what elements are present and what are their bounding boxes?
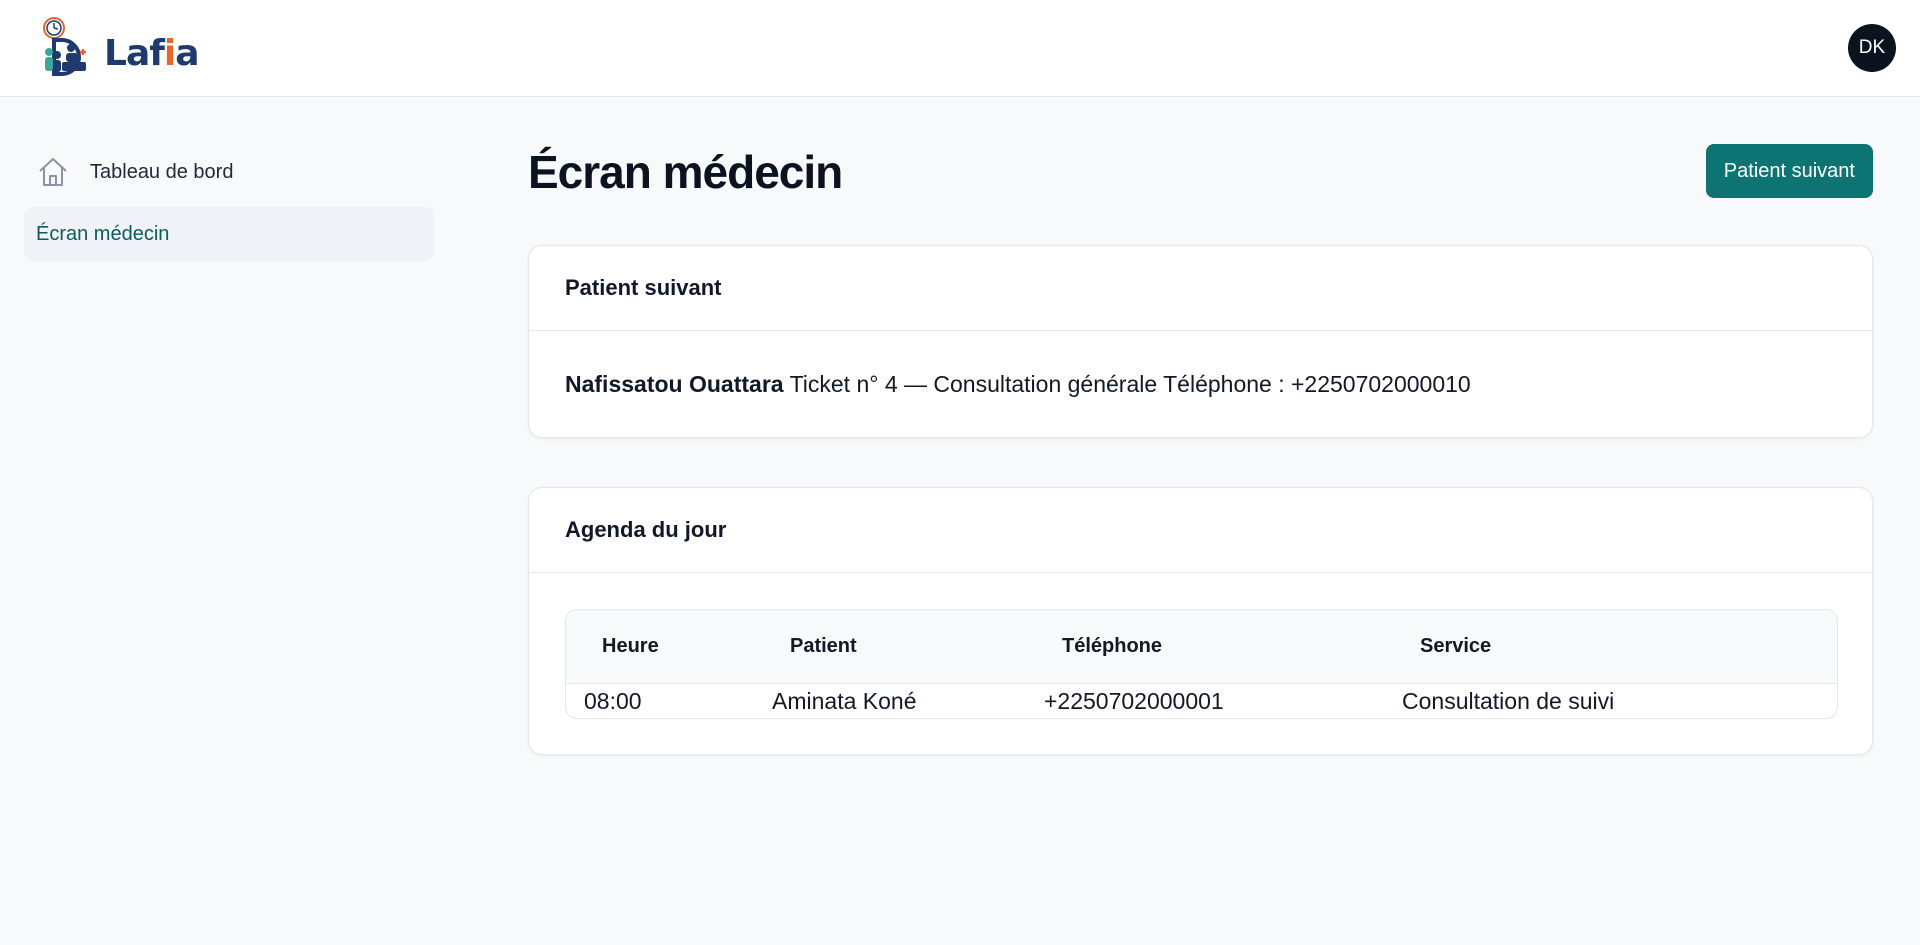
cell-service: Consultation de suivi bbox=[1402, 687, 1615, 714]
agenda-card: Agenda du jour Heure Patient Téléphone S… bbox=[528, 487, 1873, 755]
table-row[interactable]: 08:00 Aminata Koné +2250702000001 Consul… bbox=[566, 683, 1837, 718]
sidebar-item-label: Tableau de bord bbox=[90, 160, 234, 183]
card-title: Patient suivant bbox=[529, 246, 1872, 331]
next-patient-card: Patient suivant Nafissatou Ouattara Tick… bbox=[528, 245, 1873, 438]
column-header-patient: Patient bbox=[790, 634, 857, 657]
next-patient-button[interactable]: Patient suivant bbox=[1705, 144, 1873, 198]
sidebar: Tableau de bord Écran médecin bbox=[24, 145, 434, 269]
column-header-heure: Heure bbox=[602, 634, 659, 657]
sidebar-item-ecran-medecin[interactable]: Écran médecin bbox=[24, 207, 434, 261]
page-title: Écran médecin bbox=[528, 146, 843, 198]
patient-name: Nafissatou Ouattara bbox=[565, 371, 784, 397]
column-header-telephone: Téléphone bbox=[1062, 634, 1163, 657]
lafia-logo[interactable]: Lafia bbox=[40, 16, 200, 80]
cell-heure: 08:00 bbox=[584, 687, 642, 714]
sidebar-item-tableau-de-bord[interactable]: Tableau de bord bbox=[24, 145, 434, 199]
table-header-row: Heure Patient Téléphone Service bbox=[566, 610, 1837, 683]
cell-telephone: +2250702000001 bbox=[1044, 687, 1224, 714]
card-title: Agenda du jour bbox=[529, 488, 1872, 573]
top-bar: Lafia DK bbox=[0, 0, 1920, 97]
home-icon bbox=[36, 154, 72, 190]
column-header-service: Service bbox=[1420, 634, 1492, 657]
next-patient-info: Nafissatou Ouattara Ticket n° 4 — Consul… bbox=[529, 331, 1872, 438]
logo-icon bbox=[43, 17, 86, 76]
agenda-table: Heure Patient Téléphone Service 08:00 Am… bbox=[565, 609, 1838, 719]
patient-details: Ticket n° 4 — Consultation générale Télé… bbox=[789, 371, 1471, 397]
user-avatar[interactable]: DK bbox=[1848, 24, 1896, 72]
sidebar-item-label: Écran médecin bbox=[36, 222, 170, 245]
logo-wordmark: Lafia bbox=[104, 32, 200, 74]
cell-patient: Aminata Koné bbox=[772, 687, 917, 714]
